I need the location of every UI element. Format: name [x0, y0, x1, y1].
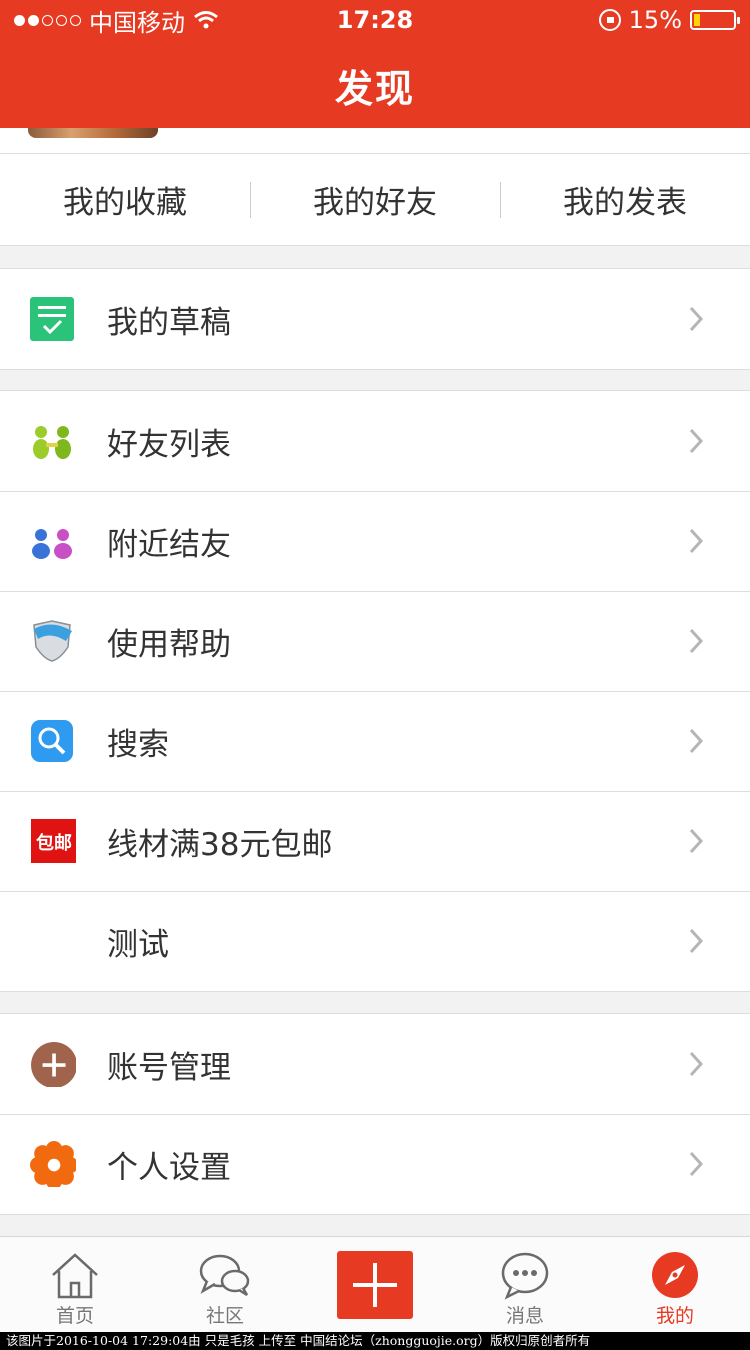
profile-shortcuts: 我的收藏 我的好友 我的发表: [0, 154, 750, 246]
tab-post[interactable]: [300, 1237, 450, 1332]
nearby-friends-icon: [32, 529, 72, 559]
list-item-label: 测试: [107, 926, 169, 963]
tab-home[interactable]: 首页: [0, 1237, 150, 1332]
tab-label: 社区: [205, 1305, 244, 1327]
chevron-right-icon: [689, 828, 704, 854]
my-favorites-button[interactable]: 我的收藏: [0, 154, 250, 245]
upload-watermark: 该图片于2016-10-04 17:29:04由 只是毛孩 上传至 中国结论坛（…: [0, 1332, 750, 1350]
list-item-label: 线材满38元包邮: [107, 826, 333, 863]
battery-icon: [690, 10, 740, 30]
battery-percent: 15%: [628, 6, 682, 34]
tab-mine[interactable]: 我的: [600, 1237, 750, 1332]
list-item-free-shipping[interactable]: 包邮 线材满38元包邮: [0, 791, 750, 891]
page-title: 发现: [334, 67, 415, 111]
list-group-community: 好友列表 附近结友 使用帮助 搜索 包邮 线材满38元包邮 测试: [0, 390, 750, 992]
tab-label: 首页: [55, 1305, 94, 1327]
list-item-friends-list[interactable]: 好友列表: [0, 391, 750, 491]
status-bar: 中国移动 17:28 15%: [0, 0, 750, 40]
list-group-account: 账号管理 个人设置: [0, 1013, 750, 1215]
friends-list-icon: [33, 426, 71, 459]
list-item-label: 使用帮助: [107, 626, 231, 663]
my-posts-button[interactable]: 我的发表: [500, 154, 750, 245]
account-plus-icon: [31, 1042, 76, 1087]
tab-community[interactable]: 社区: [150, 1237, 300, 1332]
chevron-right-icon: [689, 628, 704, 654]
top-bar: 中国移动 17:28 15% 发现: [0, 0, 750, 128]
rotation-lock-icon: [598, 9, 621, 31]
chevron-right-icon: [689, 728, 704, 754]
list-group-drafts: 我的草稿: [0, 268, 750, 370]
settings-flower-icon: [30, 1141, 76, 1187]
list-item-label: 个人设置: [107, 1149, 231, 1186]
compass-icon: [652, 1252, 698, 1298]
chevron-right-icon: [689, 1051, 704, 1077]
scrolled-header-peek: [0, 128, 750, 154]
list-item-search[interactable]: 搜索: [0, 691, 750, 791]
chevron-right-icon: [689, 1151, 704, 1177]
list-item-label: 我的草稿: [107, 304, 231, 341]
chevron-right-icon: [689, 928, 704, 954]
home-icon: [52, 1253, 98, 1299]
tab-messages[interactable]: 消息: [450, 1237, 600, 1332]
free-shipping-icon: 包邮: [31, 819, 76, 863]
post-plus-button[interactable]: [337, 1251, 413, 1319]
list-item-nearby-friends[interactable]: 附近结友: [0, 491, 750, 591]
list-item-drafts[interactable]: 我的草稿: [0, 269, 750, 369]
list-item-label: 搜索: [107, 726, 169, 763]
chevron-right-icon: [689, 528, 704, 554]
list-item-personal-settings[interactable]: 个人设置: [0, 1114, 750, 1214]
plus-icon: [353, 1263, 397, 1307]
list-item-test[interactable]: 测试: [0, 891, 750, 991]
help-shield-icon: [33, 620, 72, 662]
my-friends-button[interactable]: 我的好友: [250, 154, 500, 245]
tab-bar: 首页 社区 消息 我的: [0, 1236, 750, 1332]
svg-text:包邮: 包邮: [36, 832, 72, 854]
avatar-image-peek: [28, 128, 158, 138]
list-item-account-management[interactable]: 账号管理: [0, 1014, 750, 1114]
tab-label: 消息: [505, 1305, 544, 1327]
draft-icon: [30, 297, 74, 341]
message-dots-icon: [501, 1252, 549, 1300]
list-item-label: 好友列表: [107, 426, 231, 463]
chevron-right-icon: [689, 428, 704, 454]
list-item-label: 账号管理: [107, 1049, 231, 1086]
list-item-help[interactable]: 使用帮助: [0, 591, 750, 691]
search-icon: [31, 720, 73, 762]
chevron-right-icon: [689, 306, 704, 332]
list-item-label: 附近结友: [107, 526, 231, 563]
chat-bubbles-icon: [199, 1254, 250, 1297]
tab-label: 我的: [655, 1305, 694, 1327]
